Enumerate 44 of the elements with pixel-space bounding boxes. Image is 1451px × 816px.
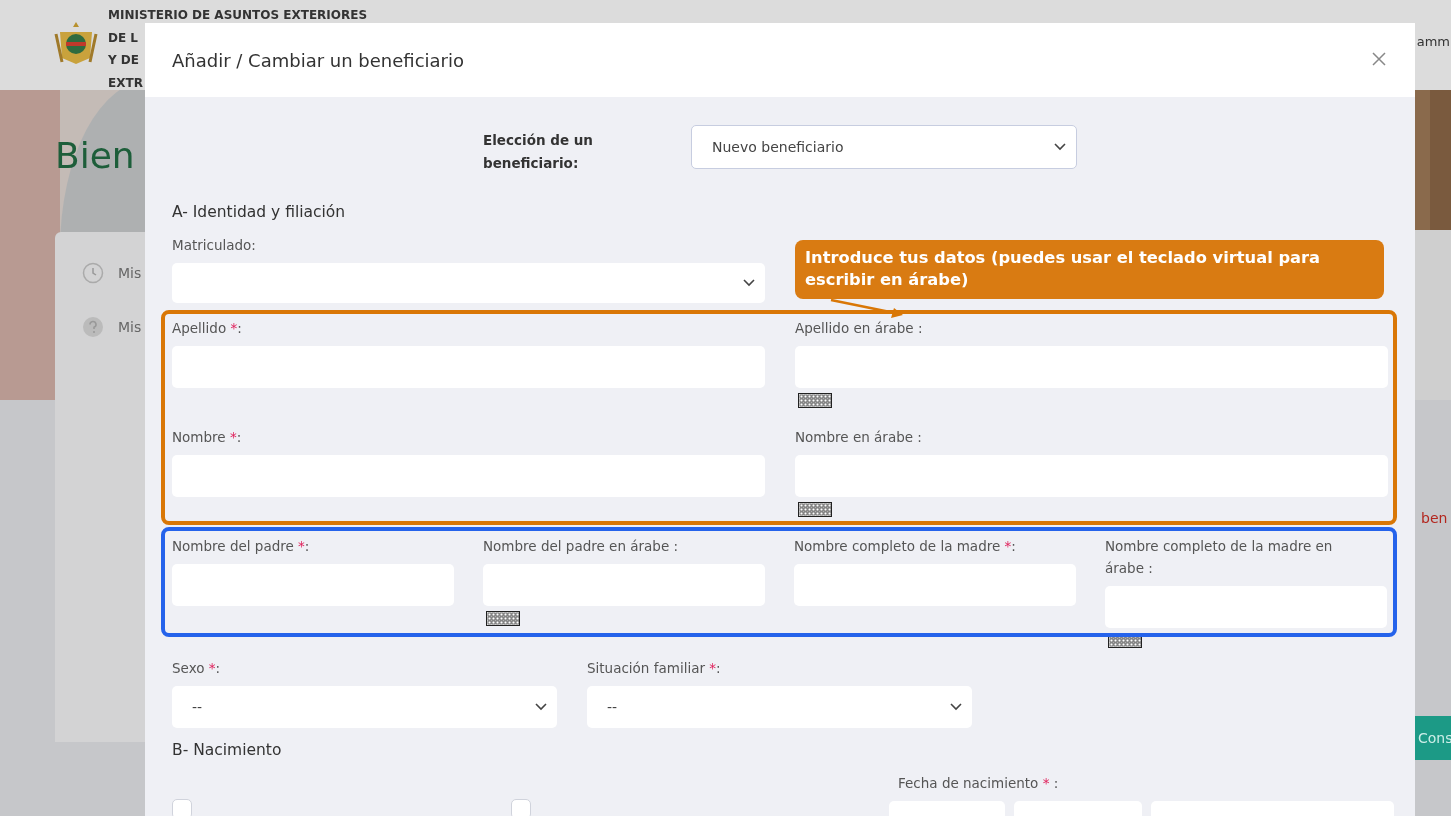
- field-label: Fecha de nacimiento * :: [897, 774, 1060, 793]
- chevron-icon: [1054, 143, 1066, 151]
- modal-title: Añadir / Cambiar un beneficiario: [172, 49, 464, 71]
- chevron-icon: [535, 703, 547, 711]
- checkbox[interactable]: [511, 799, 531, 816]
- field-label: Apellido en árabe :: [795, 319, 924, 338]
- emblem-icon: [54, 20, 98, 66]
- side-text: ben: [1421, 510, 1449, 526]
- help-icon: [82, 316, 104, 338]
- field-label: Matriculado:: [172, 236, 257, 255]
- keyboard-icon[interactable]: [798, 393, 832, 408]
- keyboard-icon[interactable]: [486, 611, 520, 626]
- field-label: Nombre *:: [172, 428, 243, 447]
- field-label: Elección de un beneficiario:: [483, 131, 594, 173]
- field-label: Nombre del padre *:: [172, 537, 311, 556]
- user-name[interactable]: amm: [1416, 34, 1450, 49]
- ministry-name-line: Y DE: [108, 52, 140, 69]
- section-title: A- Identidad y filiación: [172, 202, 347, 222]
- field-label: Nombre en árabe :: [795, 428, 923, 447]
- welcome-heading: Bien: [55, 134, 136, 178]
- chevron-icon: [950, 703, 962, 711]
- ministry-name-line: MINISTERIO DE ASUNTOS EXTERIORES: [108, 7, 368, 24]
- chevron-icon: [743, 279, 755, 287]
- field-label: Nombre completo de la madre en árabe :: [1105, 537, 1334, 578]
- menu-item[interactable]: Mis: [118, 319, 142, 335]
- select-field[interactable]: --: [587, 686, 972, 728]
- clock-icon: [82, 262, 104, 284]
- arrow-icon: [829, 297, 905, 321]
- ministry-name-line: DE L: [108, 29, 138, 47]
- field-label: Sexo *:: [172, 659, 222, 678]
- select-field[interactable]: [172, 263, 765, 303]
- callout-note: Introduce tus datos (puedes usar el teclado virtual para escribir en árabe): [795, 240, 1384, 299]
- ministry-name-line: EXTR: [108, 74, 143, 92]
- select-field[interactable]: Nuevo beneficiario: [691, 125, 1077, 169]
- field-label: Nombre del padre en árabe :: [483, 537, 680, 556]
- keyboard-icon[interactable]: [798, 502, 832, 517]
- menu-item[interactable]: Mis: [118, 265, 142, 281]
- close-icon: [1372, 51, 1386, 66]
- field-label: Apellido *:: [172, 319, 243, 338]
- field-label: Situación familiar *:: [587, 659, 722, 678]
- section-title: B- Nacimiento: [172, 740, 283, 760]
- field-label: Nombre completo de la madre *:: [794, 537, 1017, 556]
- checkbox[interactable]: [172, 799, 192, 816]
- select-field[interactable]: --: [172, 686, 557, 728]
